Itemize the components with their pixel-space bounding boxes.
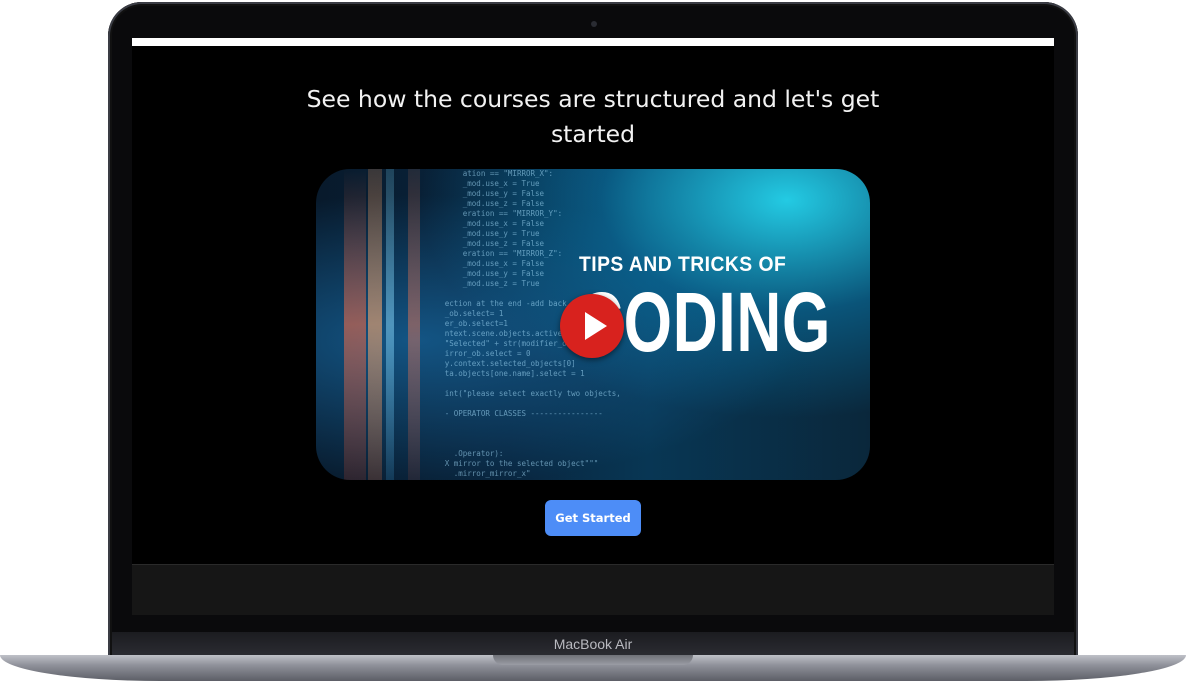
- top-bar: [132, 38, 1054, 46]
- device-brand-label: MacBook Air: [553, 636, 633, 652]
- laptop-lid-notch: [493, 655, 693, 665]
- webcam-icon: [591, 21, 597, 27]
- play-button[interactable]: [560, 294, 624, 358]
- light-streak: [368, 169, 382, 480]
- light-streak: [344, 169, 366, 480]
- laptop-screen: See how the courses are structured and l…: [132, 38, 1054, 615]
- footer-band: [132, 564, 1054, 615]
- page-heading: See how the courses are structured and l…: [306, 85, 880, 148]
- video-title-line1: TIPS AND TRICKS OF: [579, 253, 787, 276]
- get-started-button[interactable]: Get Started: [545, 500, 641, 536]
- play-icon: [585, 312, 607, 340]
- video-thumbnail[interactable]: ation == "MIRROR_X": _mod.use_x = True _…: [316, 169, 870, 480]
